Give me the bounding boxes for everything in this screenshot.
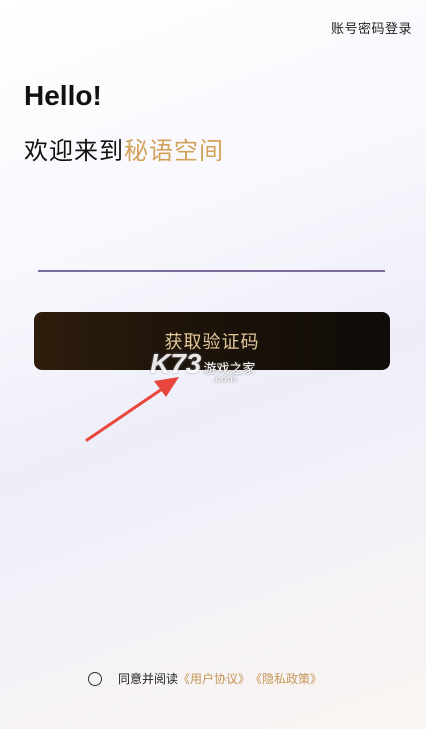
radio-circle-icon[interactable] (88, 671, 102, 686)
arrow-icon (85, 377, 179, 442)
welcome-prefix: 欢迎来到 (24, 137, 124, 165)
phone-input[interactable] (38, 236, 385, 272)
agreement-prefix: 同意并阅读 (118, 672, 179, 686)
agreement-row: 同意并阅读 《用户协议》 《隐私政策》 (88, 670, 322, 687)
brand-name: 秘语空间 (124, 137, 224, 165)
privacy-policy-link[interactable]: 《隐私政策》 (250, 670, 322, 687)
watermark-sub: .com (212, 374, 237, 385)
user-agreement-link[interactable]: 《用户协议》 (178, 670, 250, 687)
hello-heading: Hello! (24, 80, 102, 111)
welcome-heading: 欢迎来到秘语空间 (24, 131, 224, 166)
password-login-link[interactable]: 账号密码登录 (331, 18, 412, 37)
get-code-button[interactable]: 获取验证码 (34, 312, 390, 370)
